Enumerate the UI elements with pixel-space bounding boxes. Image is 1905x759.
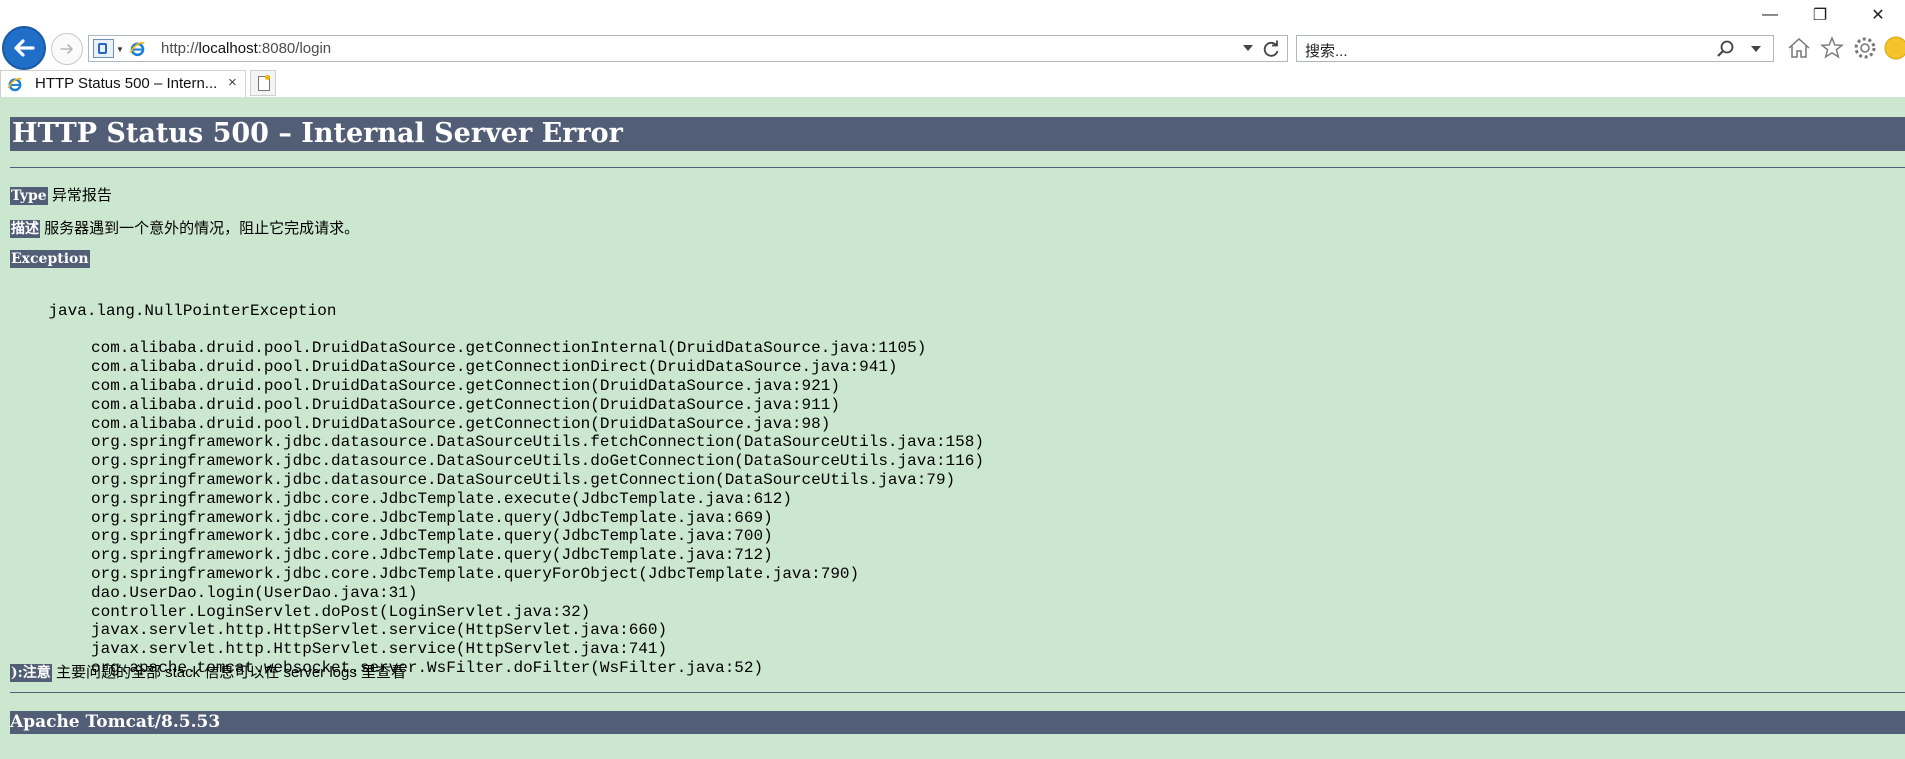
stack-frame: com.alibaba.druid.pool.DruidDataSource.g… bbox=[91, 414, 831, 433]
browser-chrome: — ❐ ✕ ▼ http://localhost:8080/login 搜索..… bbox=[0, 0, 1905, 97]
stack-frame: org.springframework.jdbc.core.JdbcTempla… bbox=[91, 527, 773, 546]
chevron-down-icon[interactable]: ▼ bbox=[116, 45, 124, 54]
stack-frame: org.springframework.jdbc.datasource.Data… bbox=[91, 470, 956, 489]
tab-active[interactable]: HTTP Status 500 – Intern... × bbox=[0, 70, 246, 97]
stack-frame: org.springframework.jdbc.core.JdbcTempla… bbox=[91, 564, 860, 583]
close-icon: ✕ bbox=[1871, 7, 1885, 24]
restore-icon: ❐ bbox=[1812, 7, 1828, 24]
type-row: Type 异常报告 bbox=[10, 184, 112, 205]
search-icon[interactable] bbox=[1715, 39, 1737, 59]
url-host: localhost bbox=[198, 40, 258, 57]
search-input[interactable]: 搜索... bbox=[1305, 40, 1348, 61]
forward-arrow-icon bbox=[60, 44, 73, 54]
tab-close-icon[interactable]: × bbox=[228, 74, 237, 91]
url-path: :8080/login bbox=[257, 40, 332, 57]
divider bbox=[10, 692, 1905, 693]
back-arrow-icon bbox=[14, 39, 35, 57]
stack-frame: javax.servlet.http.HttpServlet.service(H… bbox=[91, 621, 668, 640]
note-value: 主要问题的全部 stack 信息可以在 server logs 里查看 bbox=[55, 664, 407, 681]
tab-bar: HTTP Status 500 – Intern... × bbox=[0, 70, 1905, 97]
search-dropdown-icon[interactable] bbox=[1751, 46, 1761, 52]
stack-frame: com.alibaba.druid.pool.DruidDataSource.g… bbox=[91, 376, 840, 395]
close-window-button[interactable]: ✕ bbox=[1858, 2, 1898, 28]
stack-frame: com.alibaba.druid.pool.DruidDataSource.g… bbox=[91, 339, 927, 358]
description-value: 服务器遇到一个意外的情况，阻止它完成请求。 bbox=[44, 220, 360, 237]
stack-frame: com.alibaba.druid.pool.DruidDataSource.g… bbox=[91, 395, 840, 414]
forward-button[interactable] bbox=[51, 33, 83, 65]
restore-button[interactable]: ❐ bbox=[1800, 2, 1840, 28]
stack-frame: com.alibaba.druid.pool.DruidDataSource.g… bbox=[91, 358, 898, 377]
favorites-star-icon[interactable] bbox=[1818, 34, 1846, 62]
exception-row: Exception bbox=[10, 250, 90, 268]
type-value: 异常报告 bbox=[51, 187, 112, 204]
smiley-feedback-icon[interactable] bbox=[1882, 34, 1905, 62]
exception-name: java.lang.NullPointerException bbox=[48, 301, 337, 320]
back-button[interactable] bbox=[2, 26, 46, 70]
note-label: ):注意 bbox=[10, 664, 52, 682]
server-footer: Apache Tomcat/8.5.53 bbox=[10, 711, 1905, 734]
stack-frame: controller.LoginServlet.doPost(LoginServ… bbox=[91, 602, 591, 621]
type-label: Type bbox=[10, 187, 48, 205]
page-title: HTTP Status 500 – Internal Server Error bbox=[10, 117, 1905, 151]
tab-ie-logo-icon bbox=[7, 77, 22, 92]
minimize-button[interactable]: — bbox=[1750, 2, 1790, 28]
stack-frame: org.springframework.jdbc.core.JdbcTempla… bbox=[91, 489, 792, 508]
tab-title: HTTP Status 500 – Intern... bbox=[35, 75, 218, 92]
address-url[interactable]: http://localhost:8080/login bbox=[161, 40, 331, 57]
new-tab-button[interactable] bbox=[250, 70, 276, 96]
stack-frame: org.springframework.jdbc.datasource.Data… bbox=[91, 433, 984, 452]
search-box[interactable]: 搜索... bbox=[1296, 35, 1774, 62]
url-prefix: http:// bbox=[161, 40, 199, 57]
address-dropdown-icon[interactable] bbox=[1243, 45, 1253, 51]
description-label: 描述 bbox=[10, 220, 40, 238]
address-bar[interactable]: ▼ http://localhost:8080/login bbox=[88, 35, 1288, 62]
stack-frame: org.springframework.jdbc.core.JdbcTempla… bbox=[91, 546, 773, 565]
settings-gear-icon[interactable] bbox=[1851, 34, 1879, 62]
stack-trace: java.lang.NullPointerException com.aliba… bbox=[10, 283, 984, 678]
note-row: ):注意 主要问题的全部 stack 信息可以在 server logs 里查看 bbox=[10, 661, 406, 682]
stack-frame: org.springframework.jdbc.core.JdbcTempla… bbox=[91, 508, 773, 527]
stack-frame: dao.UserDao.login(UserDao.java:31) bbox=[91, 583, 418, 602]
stack-frame: javax.servlet.http.HttpServlet.service(H… bbox=[91, 640, 668, 659]
exception-label: Exception bbox=[10, 250, 90, 268]
ie-logo-icon bbox=[129, 41, 145, 57]
home-icon[interactable] bbox=[1785, 34, 1813, 62]
refresh-icon[interactable] bbox=[1261, 39, 1281, 59]
divider bbox=[10, 167, 1905, 168]
stack-frame: org.springframework.jdbc.datasource.Data… bbox=[91, 452, 984, 471]
minimize-icon: — bbox=[1762, 6, 1778, 23]
compatibility-view-icon[interactable] bbox=[93, 39, 114, 58]
description-row: 描述 服务器遇到一个意外的情况，阻止它完成请求。 bbox=[10, 217, 359, 238]
